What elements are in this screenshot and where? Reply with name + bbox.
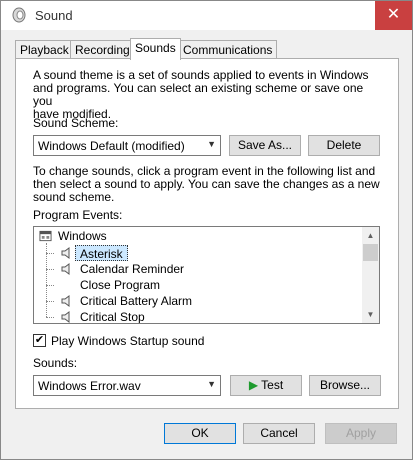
sounds-label: Sounds: xyxy=(33,356,78,370)
list-item[interactable]: Critical Battery Alarm xyxy=(80,293,192,309)
chevron-down-icon: ▼ xyxy=(207,139,216,149)
speaker-app-icon xyxy=(12,7,26,23)
test-button-label: Test xyxy=(261,378,284,392)
intro-text: A sound theme is a set of sounds applied… xyxy=(33,68,369,121)
startup-sound-checkbox[interactable]: ✔ xyxy=(33,334,46,347)
play-icon: ▶ xyxy=(248,378,259,392)
program-events-label: Program Events: xyxy=(33,208,123,222)
ok-button[interactable]: OK xyxy=(164,423,236,444)
browse-button[interactable]: Browse... xyxy=(309,375,381,396)
list-item-group[interactable]: Windows xyxy=(58,228,107,244)
sound-file-value: Windows Error.wav xyxy=(38,379,141,393)
tab-playback[interactable]: Playback xyxy=(15,40,74,59)
delete-button[interactable]: Delete xyxy=(308,135,380,156)
cancel-button[interactable]: Cancel xyxy=(243,423,315,444)
close-icon: ✕ xyxy=(386,6,401,23)
checkmark-icon: ✔ xyxy=(34,334,45,346)
list-item[interactable]: Asterisk xyxy=(75,245,128,261)
list-item[interactable]: Calendar Reminder xyxy=(80,261,184,277)
test-button[interactable]: ▶ Test xyxy=(230,375,302,396)
speaker-icon xyxy=(61,295,70,307)
sound-file-select[interactable]: Windows Error.wav ▼ xyxy=(33,375,221,396)
windows-group-icon xyxy=(39,230,52,242)
scroll-down-icon[interactable]: ▼ xyxy=(362,306,379,323)
tab-recording[interactable]: Recording xyxy=(70,40,135,59)
sound-scheme-label: Sound Scheme: xyxy=(33,116,119,130)
list-item[interactable]: Close Program xyxy=(80,277,160,293)
window-title: Sound xyxy=(35,8,73,23)
tab-communications[interactable]: Communications xyxy=(178,40,278,59)
instruction-text: To change sounds, click a program event … xyxy=(33,164,380,204)
events-scrollbar[interactable]: ▲ ▼ xyxy=(362,227,379,323)
chevron-down-icon: ▼ xyxy=(207,379,216,389)
close-button[interactable]: ✕ xyxy=(375,1,412,30)
sound-dialog: Sound ✕ Playback Recording Sounds Commun… xyxy=(0,0,413,460)
speaker-icon xyxy=(61,311,70,323)
list-item[interactable]: Critical Stop xyxy=(80,309,145,323)
sound-scheme-value: Windows Default (modified) xyxy=(38,139,185,153)
title-bar: Sound ✕ xyxy=(1,1,412,30)
speaker-icon xyxy=(61,247,70,259)
scroll-thumb[interactable] xyxy=(363,244,378,261)
scroll-up-icon[interactable]: ▲ xyxy=(362,227,379,244)
sound-scheme-select[interactable]: Windows Default (modified) ▼ xyxy=(33,135,221,156)
tab-sounds[interactable]: Sounds xyxy=(130,38,181,60)
apply-button[interactable]: Apply xyxy=(325,423,397,444)
sounds-tab-panel: A sound theme is a set of sounds applied… xyxy=(15,58,399,409)
startup-sound-label[interactable]: Play Windows Startup sound xyxy=(51,334,204,348)
program-events-list[interactable]: Windows Asterisk Calendar Reminder Close… xyxy=(33,226,380,324)
save-as-button[interactable]: Save As... xyxy=(229,135,301,156)
speaker-icon xyxy=(61,263,70,275)
